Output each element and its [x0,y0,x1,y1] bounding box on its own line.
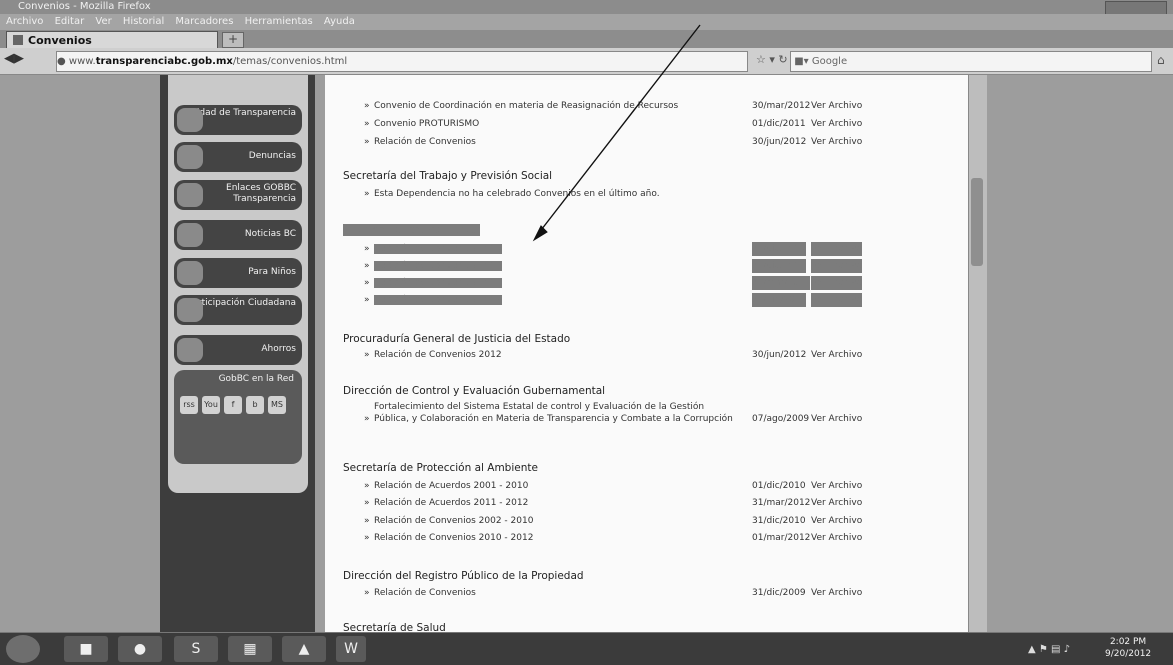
taskbar-explorer-icon[interactable]: ■ [64,636,108,662]
system-tray-icons[interactable]: ▲ ⚑ ▤ ♪ [1028,644,1070,655]
annotation-arrow [532,24,701,242]
taskbar-word-icon[interactable]: W [336,636,366,662]
taskbar-firefox-icon[interactable]: ● [118,636,162,662]
taskbar-folder-icon[interactable]: ▦ [228,636,272,662]
start-button[interactable] [6,635,40,663]
clock-time: 2:02 PM [1109,637,1147,647]
taskbar-acrobat-icon[interactable]: ▲ [282,636,326,662]
taskbar-skype-icon[interactable]: S [174,636,218,662]
clock-date: 9/20/2012 [1105,649,1152,659]
taskbar-clock[interactable]: 2:02 PM 9/20/2012 [1105,636,1151,660]
